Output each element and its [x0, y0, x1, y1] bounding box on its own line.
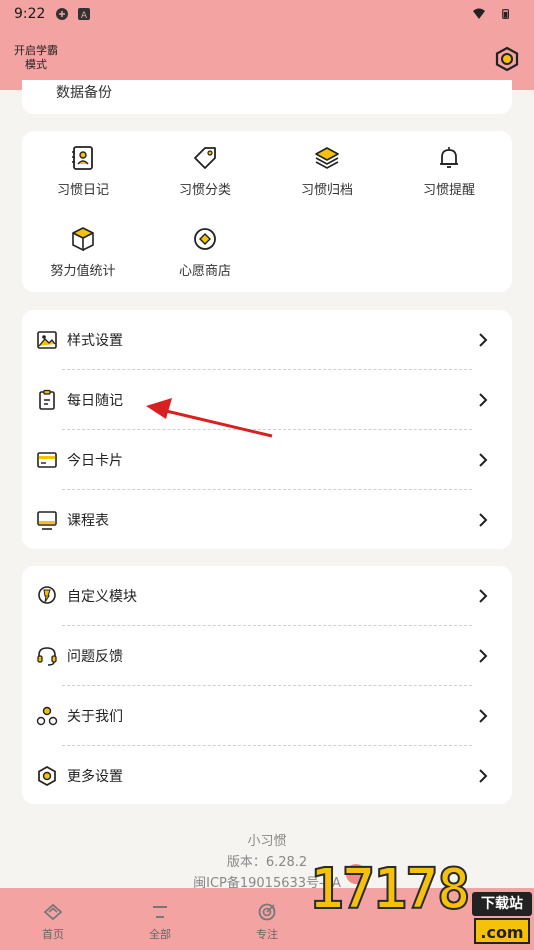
watermark-number: 17178 [309, 857, 472, 922]
grid-label: 努力值统计 [50, 264, 116, 279]
grid-item-habit-reminder[interactable]: 习惯提醒 [388, 145, 510, 198]
grid-label: 习惯分类 [178, 183, 231, 198]
settings-card-b: 自定义模块 问题反馈 关于我们 更多设置 [22, 566, 512, 804]
row-daily-notes[interactable]: 每日随记 [22, 370, 512, 430]
row-today-card[interactable]: 今日卡片 [22, 430, 512, 490]
watermark-badge: 下载站 [472, 892, 532, 916]
app-notification-icon [56, 8, 69, 20]
backup-card-partial: 数据备份 [22, 80, 512, 114]
nav-focus[interactable]: 专注 [237, 902, 297, 942]
chevron-right-icon [479, 649, 488, 663]
feature-grid: 习惯日记 习惯分类 习惯归档 习惯提醒 努力值统计 心愿商店 [22, 131, 512, 292]
row-label: 问题反馈 [67, 649, 123, 665]
grid-item-effort-stats[interactable]: 努力值统计 [22, 226, 144, 279]
bulb-icon [38, 586, 56, 604]
monitor-icon [37, 511, 57, 530]
nav-label: 全部 [149, 928, 171, 941]
grid-label: 习惯提醒 [422, 183, 475, 198]
chevron-right-icon [479, 769, 488, 783]
coin-icon [194, 228, 216, 250]
row-style-settings[interactable]: 样式设置 [22, 310, 512, 370]
clipboard-icon [39, 389, 55, 410]
headset-icon [37, 647, 57, 666]
status-right [472, 7, 520, 21]
row-label: 样式设置 [67, 333, 123, 349]
watermark-domain: .com [474, 918, 530, 944]
grid-item-habit-category[interactable]: 习惯分类 [144, 145, 266, 198]
tag-icon [194, 147, 216, 169]
bell-icon [440, 147, 458, 168]
row-about-us[interactable]: 关于我们 [22, 686, 512, 746]
chevron-right-icon [479, 589, 488, 603]
chevron-right-icon [479, 393, 488, 407]
home-icon [43, 903, 63, 921]
nav-label: 首页 [42, 928, 64, 941]
nav-label: 专注 [256, 928, 278, 941]
row-more-settings[interactable]: 更多设置 [22, 746, 512, 806]
grid-item-wish-shop[interactable]: 心愿商店 [144, 226, 266, 279]
chevron-right-icon [479, 709, 488, 723]
battery-icon [502, 9, 509, 19]
card-icon [37, 452, 57, 468]
status-time: 9:22 [14, 6, 46, 22]
grid-label: 心愿商店 [178, 264, 231, 279]
backup-label[interactable]: 数据备份 [56, 82, 112, 102]
settings-card-a: 样式设置 每日随记 今日卡片 课程表 [22, 310, 512, 549]
row-label: 今日卡片 [67, 453, 123, 469]
cube-icon [72, 227, 94, 252]
study-mode-toggle[interactable]: 开启学霸模式 [10, 44, 62, 72]
grid-label: 习惯归档 [300, 183, 353, 198]
nav-all[interactable]: 全部 [130, 902, 190, 942]
row-feedback[interactable]: 问题反馈 [22, 626, 512, 686]
row-label: 关于我们 [67, 709, 123, 725]
app-name: 小习惯 [247, 834, 287, 849]
chevron-right-icon [479, 453, 488, 467]
row-label: 更多设置 [67, 769, 123, 785]
wifi-icon [473, 8, 485, 19]
status-bar: 9:22 A [0, 0, 534, 28]
row-label: 自定义模块 [67, 589, 137, 605]
chevron-right-icon [479, 513, 488, 527]
people-icon [36, 706, 58, 726]
row-label: 课程表 [67, 513, 109, 529]
grid-label: 习惯日记 [56, 183, 109, 198]
row-label: 每日随记 [67, 393, 123, 409]
hex-gear-icon [38, 766, 56, 786]
target-icon [258, 903, 276, 921]
layers-icon [315, 147, 339, 169]
image-icon [37, 331, 57, 349]
nav-home[interactable]: 首页 [23, 902, 83, 942]
chevron-right-icon [479, 333, 488, 347]
svg-text:A: A [81, 11, 88, 21]
row-custom-module[interactable]: 自定义模块 [22, 566, 512, 626]
row-timetable[interactable]: 课程表 [22, 490, 512, 550]
list-icon [153, 906, 167, 918]
grid-item-habit-archive[interactable]: 习惯归档 [266, 145, 388, 198]
grid-item-habit-diary[interactable]: 习惯日记 [22, 145, 144, 198]
a-notification-icon: A [78, 8, 91, 21]
settings-icon[interactable] [494, 46, 520, 72]
habit-diary-icon [72, 146, 93, 170]
